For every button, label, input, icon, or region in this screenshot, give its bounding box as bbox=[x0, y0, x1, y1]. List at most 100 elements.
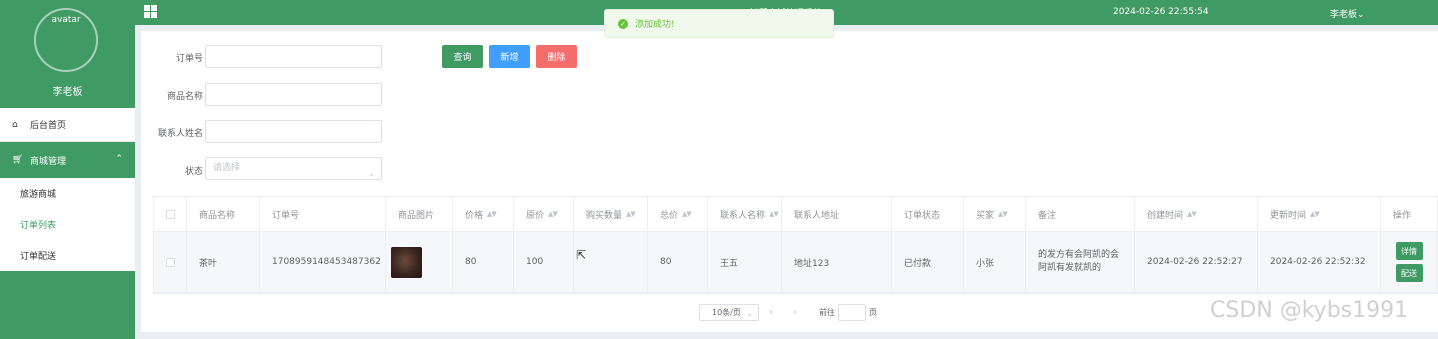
column-header-label: 购买数量 bbox=[586, 210, 623, 221]
cart-icon: 🛒︎ bbox=[12, 155, 24, 165]
watermark: CSDN @kybs1991 bbox=[1210, 298, 1409, 323]
cell-original-price: 100 bbox=[514, 232, 574, 292]
sidebar-group-label: 商城管理 bbox=[30, 156, 67, 167]
detail-button[interactable]: 详情 bbox=[1395, 242, 1423, 260]
column-header-sortable[interactable]: 联系人名称 ▲▼ bbox=[708, 197, 782, 231]
product-name-input[interactable] bbox=[205, 83, 382, 106]
sidebar-item-label: 后台首页 bbox=[30, 121, 67, 131]
add-button[interactable]: 新增 bbox=[489, 45, 530, 68]
sort-icon[interactable]: ▲▼ bbox=[487, 210, 497, 218]
avatar[interactable]: avatar bbox=[34, 8, 98, 72]
column-header-label: 总价 bbox=[660, 210, 679, 221]
row-select-cell bbox=[154, 232, 187, 292]
mouse-cursor-icon: ⇱ bbox=[576, 248, 587, 262]
pagination: 10条/页 ⌄ ‹ › 前往 页 bbox=[699, 304, 877, 321]
column-header-label: 原价 bbox=[526, 210, 545, 221]
cell-created-at: 2024-02-26 22:52:27 bbox=[1135, 232, 1258, 292]
sort-icon[interactable]: ▲▼ bbox=[998, 210, 1008, 218]
next-page-icon[interactable]: › bbox=[783, 307, 807, 318]
product-name-label: 商品名称 bbox=[166, 92, 203, 102]
table-header-row: 商品名称 订单号 商品图片 价格 ▲▼ 原价 ▲▼ 购买数量 ▲▼ 总价 ▲▼ 联系人名… bbox=[154, 197, 1437, 232]
cell-contact-name: 王五 bbox=[708, 232, 782, 292]
cell-contact-address: 地址123 bbox=[782, 232, 892, 292]
success-toast: ✓ 添加成功! bbox=[604, 9, 834, 38]
toast-message: 添加成功! bbox=[635, 20, 675, 30]
column-header-label: 创建时间 bbox=[1147, 210, 1184, 221]
sidebar-item-order-delivery[interactable]: 订单配送 bbox=[0, 240, 135, 271]
contact-name-label: 联系人姓名 bbox=[157, 129, 203, 139]
column-header: 商品图片 bbox=[386, 197, 453, 231]
cell-price: 80 bbox=[453, 232, 514, 292]
sort-icon[interactable]: ▲▼ bbox=[1187, 210, 1197, 218]
product-thumbnail[interactable] bbox=[391, 246, 422, 278]
cell-order-no: 1708959148453487362 bbox=[260, 232, 386, 292]
sort-icon[interactable]: ▲▼ bbox=[548, 210, 558, 218]
column-header-sortable[interactable]: 价格 ▲▼ bbox=[453, 197, 514, 231]
status-label: 状态 bbox=[184, 167, 203, 177]
column-header-sortable[interactable]: 更新时间 ▲▼ bbox=[1258, 197, 1381, 231]
select-all-checkbox[interactable] bbox=[165, 209, 175, 219]
sort-icon[interactable]: ▲▼ bbox=[769, 210, 779, 218]
contact-name-input[interactable] bbox=[205, 120, 382, 143]
orders-table: 商品名称 订单号 商品图片 价格 ▲▼ 原价 ▲▼ 购买数量 ▲▼ 总价 ▲▼ 联系人名… bbox=[153, 196, 1438, 294]
sidebar-group-mall[interactable]: 🛒︎ 商城管理 ⌃ bbox=[0, 142, 135, 178]
header-user-name: 李老板 bbox=[1330, 10, 1358, 20]
page-unit-label: 页 bbox=[869, 308, 877, 317]
sidebar-menu: ⌂ 后台首页 🛒︎ 商城管理 ⌃ 旅游商城 订单列表 订单配送 bbox=[0, 108, 135, 271]
column-header-label: 联系人名称 bbox=[720, 210, 766, 221]
column-header-sortable[interactable]: 购买数量 ▲▼ bbox=[574, 197, 648, 231]
column-header: 备注 bbox=[1026, 197, 1135, 231]
chevron-up-icon: ⌃ bbox=[115, 154, 123, 164]
column-header: 联系人地址 bbox=[782, 197, 892, 231]
ship-button[interactable]: 配送 bbox=[1395, 264, 1423, 282]
column-header: 操作 bbox=[1393, 210, 1412, 221]
header-select-all bbox=[154, 197, 187, 231]
avatar-alt-text: avatar bbox=[51, 15, 81, 25]
cell-operations: 详情 配送 bbox=[1381, 232, 1437, 292]
column-header: 订单状态 bbox=[892, 197, 964, 231]
column-header-label: 价格 bbox=[465, 210, 484, 221]
header-user-dropdown[interactable]: 李老板⌄ bbox=[1330, 7, 1365, 20]
column-header-sortable[interactable]: 总价 ▲▼ bbox=[648, 197, 708, 231]
chevron-down-icon: ⌄ bbox=[368, 169, 375, 178]
status-select[interactable]: 请选择 ⌄ bbox=[205, 157, 382, 180]
sidebar-item-home[interactable]: ⌂ 后台首页 bbox=[0, 108, 135, 142]
sidebar-item-travel-mall[interactable]: 旅游商城 bbox=[0, 178, 135, 209]
cell-remark: 的发方有会阿凯的会阿凯有发就凯的 bbox=[1026, 232, 1135, 292]
cell-total: 80 bbox=[648, 232, 708, 292]
order-no-input[interactable] bbox=[205, 45, 382, 68]
column-header: 订单号 bbox=[260, 197, 386, 231]
order-no-label: 订单号 bbox=[175, 54, 203, 64]
column-header-sortable[interactable]: 原价 ▲▼ bbox=[514, 197, 574, 231]
page-size-select[interactable]: 10条/页 ⌄ bbox=[699, 304, 759, 321]
chevron-down-icon: ⌄ bbox=[746, 309, 753, 318]
main-content: 订单号 商品名称 联系人姓名 状态 请选择 ⌄ 查询 新增 删除 商品名称 订单… bbox=[141, 31, 1438, 332]
page-size-value: 10条/页 bbox=[712, 308, 741, 317]
column-header-label: 更新时间 bbox=[1270, 210, 1307, 221]
sidebar-item-order-list[interactable]: 订单列表 bbox=[0, 209, 135, 240]
row-checkbox[interactable] bbox=[165, 257, 175, 267]
cell-buyer: 小张 bbox=[964, 232, 1026, 292]
cell-product-name: 茶叶 bbox=[187, 232, 260, 292]
prev-page-icon[interactable]: ‹ bbox=[759, 307, 783, 318]
cell-quantity bbox=[574, 232, 648, 292]
sort-icon[interactable]: ▲▼ bbox=[1310, 210, 1320, 218]
sidebar-user-name: 李老板 bbox=[52, 87, 83, 98]
column-header-sortable[interactable]: 买家 ▲▼ bbox=[964, 197, 1026, 231]
table-row[interactable]: 茶叶 1708959148453487362 80 100 80 王五 地址12… bbox=[154, 232, 1437, 293]
column-header: 商品名称 bbox=[187, 197, 260, 231]
delete-button[interactable]: 删除 bbox=[536, 45, 577, 68]
query-button[interactable]: 查询 bbox=[442, 45, 483, 68]
status-placeholder: 请选择 bbox=[213, 163, 241, 173]
home-icon: ⌂ bbox=[12, 119, 18, 130]
sort-icon[interactable]: ▲▼ bbox=[682, 210, 692, 218]
cell-order-status: 已付款 bbox=[892, 232, 964, 292]
sort-icon[interactable]: ▲▼ bbox=[626, 210, 636, 218]
sidebar: avatar 李老板 ⌂ 后台首页 🛒︎ 商城管理 ⌃ 旅游商城 订单列表 订单… bbox=[0, 0, 135, 339]
goto-label: 前往 bbox=[819, 308, 835, 317]
column-header-sortable[interactable]: 创建时间 ▲▼ bbox=[1135, 197, 1258, 231]
cell-updated-at: 2024-02-26 22:52:32 bbox=[1258, 232, 1381, 292]
goto-page-input[interactable] bbox=[838, 304, 866, 321]
header-datetime: 2024-02-26 22:55:54 bbox=[1113, 7, 1209, 17]
grid-menu-icon[interactable] bbox=[144, 5, 157, 18]
